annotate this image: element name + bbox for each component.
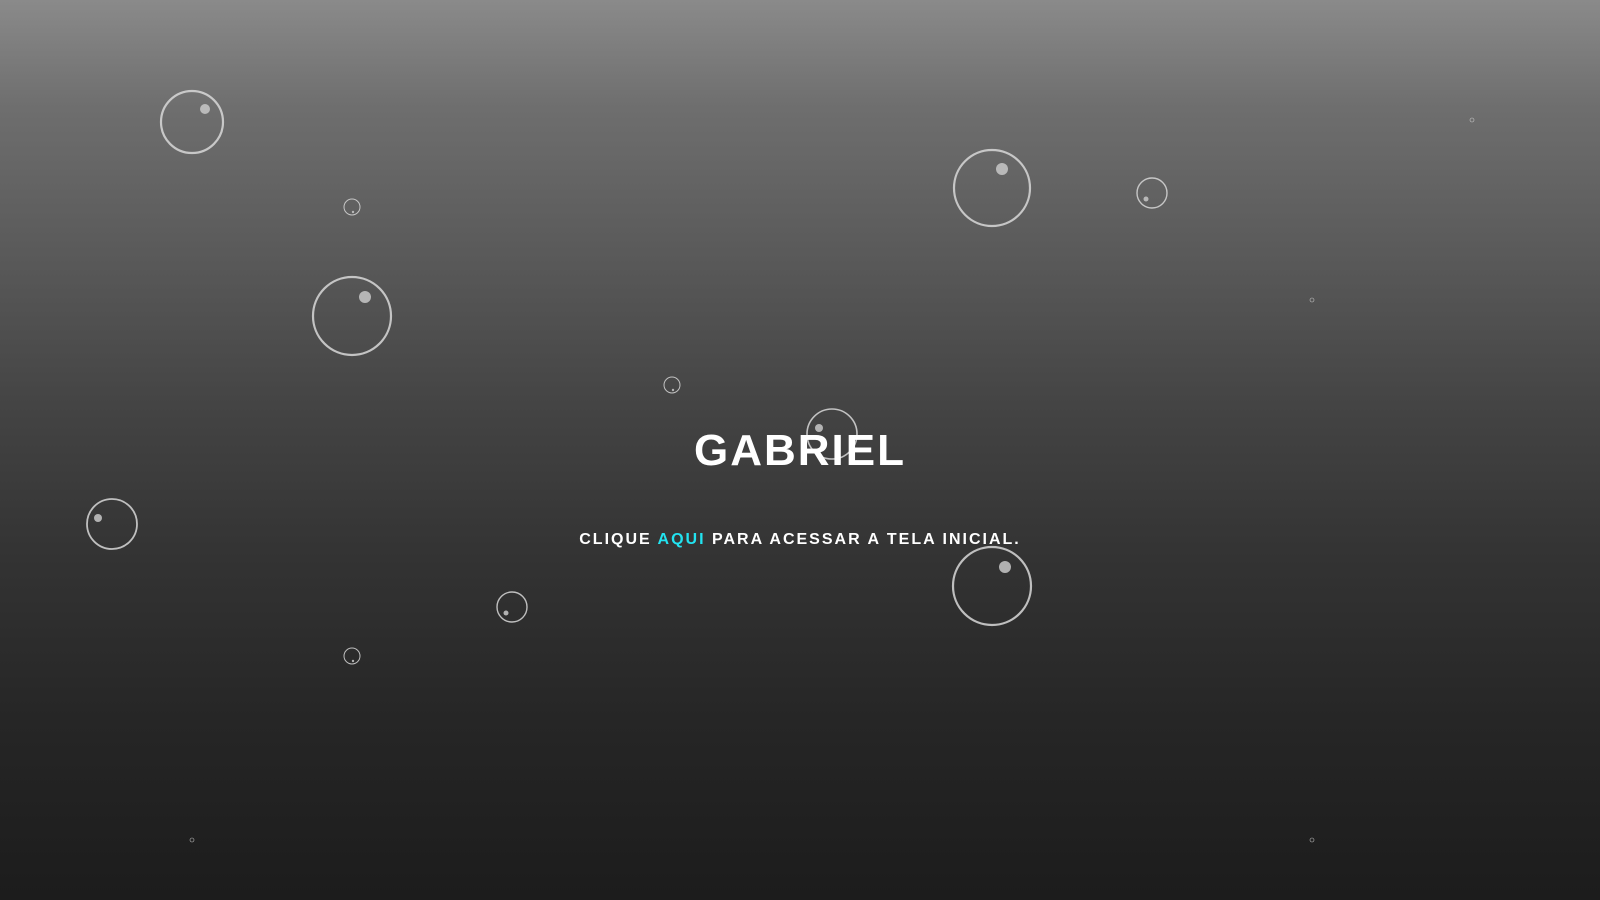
page-title: GABRIEL — [694, 426, 906, 475]
subtitle-prefix: CLIQUE — [579, 531, 658, 548]
landing-content: GABRIEL CLIQUE AQUI PARA ACESSAR A TELA … — [0, 0, 1600, 900]
subtitle-text: CLIQUE AQUI PARA ACESSAR A TELA INICIAL. — [0, 530, 1600, 550]
home-link[interactable]: AQUI — [658, 531, 706, 548]
subtitle-suffix: PARA ACESSAR A TELA INICIAL. — [705, 531, 1021, 548]
